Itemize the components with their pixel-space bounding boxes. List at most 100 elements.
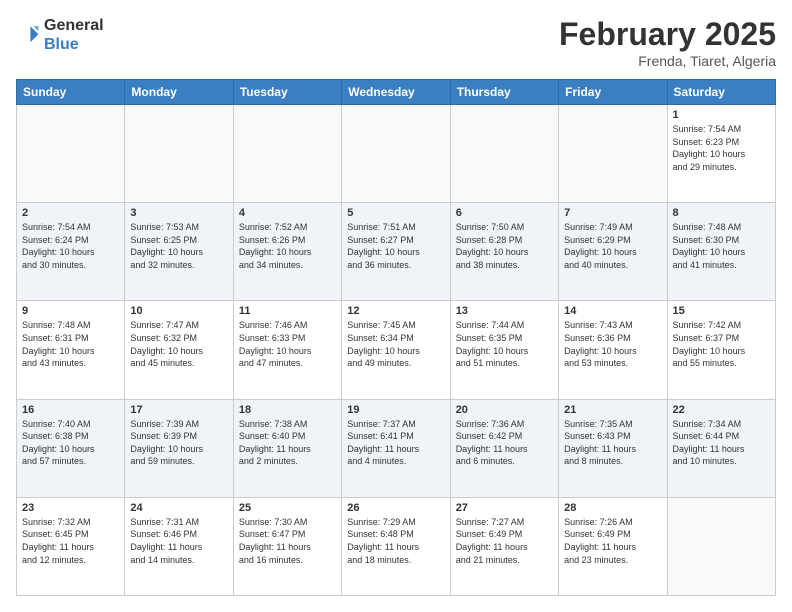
subtitle: Frenda, Tiaret, Algeria (559, 53, 776, 69)
table-cell (342, 105, 450, 203)
table-cell (559, 105, 667, 203)
day-info: Sunrise: 7:53 AM Sunset: 6:25 PM Dayligh… (130, 221, 227, 271)
day-number: 6 (456, 207, 553, 219)
col-monday: Monday (125, 80, 233, 105)
main-title: February 2025 (559, 16, 776, 53)
table-cell (667, 497, 775, 595)
calendar-table: Sunday Monday Tuesday Wednesday Thursday… (16, 79, 776, 596)
table-cell: 11 Sunrise: 7:46 AM Sunset: 6:33 PM Dayli… (233, 301, 341, 399)
table-cell (17, 105, 125, 203)
day-number: 23 (22, 502, 119, 514)
day-number: 17 (130, 404, 227, 416)
day-number: 1 (673, 109, 770, 121)
table-cell (125, 105, 233, 203)
table-cell: 2 Sunrise: 7:54 AM Sunset: 6:24 PM Daylig… (17, 203, 125, 301)
table-cell: 22 Sunrise: 7:34 AM Sunset: 6:44 PM Dayli… (667, 399, 775, 497)
day-number: 3 (130, 207, 227, 219)
day-number: 14 (564, 305, 661, 317)
logo-icon (16, 23, 40, 47)
table-cell: 25Sunrise: 7:30 AM Sunset: 6:47 PM Dayli… (233, 497, 341, 595)
day-info: Sunrise: 7:54 AM Sunset: 6:23 PM Dayligh… (673, 123, 770, 173)
day-number: 11 (239, 305, 336, 317)
col-friday: Friday (559, 80, 667, 105)
page: General Blue February 2025 Frenda, Tiare… (0, 0, 792, 612)
table-cell: 7 Sunrise: 7:49 AM Sunset: 6:29 PM Daylig… (559, 203, 667, 301)
day-number: 25 (239, 502, 336, 514)
table-cell: 18 Sunrise: 7:38 AM Sunset: 6:40 PM Dayli… (233, 399, 341, 497)
table-cell: 9 Sunrise: 7:48 AM Sunset: 6:31 PM Daylig… (17, 301, 125, 399)
col-saturday: Saturday (667, 80, 775, 105)
day-info: Sunrise: 7:34 AM Sunset: 6:44 PM Dayligh… (673, 418, 770, 468)
day-number: 2 (22, 207, 119, 219)
day-info: Sunrise: 7:36 AM Sunset: 6:42 PM Dayligh… (456, 418, 553, 468)
table-cell: 12 Sunrise: 7:45 AM Sunset: 6:34 PM Dayli… (342, 301, 450, 399)
day-number: 28 (564, 502, 661, 514)
logo-text: General Blue (44, 16, 104, 54)
day-number: 18 (239, 404, 336, 416)
table-cell: 28 Sunrise: 7:26 AM Sunset: 6:49 PM Dayli… (559, 497, 667, 595)
day-info: Sunrise: 7:47 AM Sunset: 6:32 PM Dayligh… (130, 319, 227, 369)
day-number: 22 (673, 404, 770, 416)
table-cell: 5 Sunrise: 7:51 AM Sunset: 6:27 PM Daylig… (342, 203, 450, 301)
day-number: 4 (239, 207, 336, 219)
day-number: 8 (673, 207, 770, 219)
table-cell: 8 Sunrise: 7:48 AM Sunset: 6:30 PM Daylig… (667, 203, 775, 301)
day-info: Sunrise: 7:37 AM Sunset: 6:41 PM Dayligh… (347, 418, 444, 468)
header: General Blue February 2025 Frenda, Tiare… (16, 16, 776, 69)
day-info: Sunrise: 7:45 AM Sunset: 6:34 PM Dayligh… (347, 319, 444, 369)
day-number: 10 (130, 305, 227, 317)
day-info: Sunrise: 7:48 AM Sunset: 6:31 PM Dayligh… (22, 319, 119, 369)
table-cell (233, 105, 341, 203)
table-cell: 3 Sunrise: 7:53 AM Sunset: 6:25 PM Daylig… (125, 203, 233, 301)
day-info: Sunrise: 7:54 AM Sunset: 6:24 PM Dayligh… (22, 221, 119, 271)
day-info: Sunrise: 7:49 AM Sunset: 6:29 PM Dayligh… (564, 221, 661, 271)
table-cell: 20Sunrise: 7:36 AM Sunset: 6:42 PM Dayli… (450, 399, 558, 497)
day-info: Sunrise: 7:26 AM Sunset: 6:49 PM Dayligh… (564, 516, 661, 566)
table-cell: 19 Sunrise: 7:37 AM Sunset: 6:41 PM Dayli… (342, 399, 450, 497)
day-number: 26 (347, 502, 444, 514)
day-info: Sunrise: 7:48 AM Sunset: 6:30 PM Dayligh… (673, 221, 770, 271)
day-number: 5 (347, 207, 444, 219)
day-number: 16 (22, 404, 119, 416)
day-info: Sunrise: 7:31 AM Sunset: 6:46 PM Dayligh… (130, 516, 227, 566)
table-cell (450, 105, 558, 203)
day-info: Sunrise: 7:27 AM Sunset: 6:49 PM Dayligh… (456, 516, 553, 566)
title-block: February 2025 Frenda, Tiaret, Algeria (559, 16, 776, 69)
table-cell: 24 Sunrise: 7:31 AM Sunset: 6:46 PM Dayli… (125, 497, 233, 595)
day-info: Sunrise: 7:50 AM Sunset: 6:28 PM Dayligh… (456, 221, 553, 271)
table-cell: 4 Sunrise: 7:52 AM Sunset: 6:26 PM Daylig… (233, 203, 341, 301)
table-cell: 16 Sunrise: 7:40 AM Sunset: 6:38 PM Dayli… (17, 399, 125, 497)
day-info: Sunrise: 7:32 AM Sunset: 6:45 PM Dayligh… (22, 516, 119, 566)
week-row-3: 9 Sunrise: 7:48 AM Sunset: 6:31 PM Daylig… (17, 301, 776, 399)
table-cell: 1 Sunrise: 7:54 AM Sunset: 6:23 PM Daylig… (667, 105, 775, 203)
col-thursday: Thursday (450, 80, 558, 105)
day-info: Sunrise: 7:42 AM Sunset: 6:37 PM Dayligh… (673, 319, 770, 369)
day-number: 7 (564, 207, 661, 219)
table-cell: 10 Sunrise: 7:47 AM Sunset: 6:32 PM Dayli… (125, 301, 233, 399)
day-number: 12 (347, 305, 444, 317)
day-info: Sunrise: 7:52 AM Sunset: 6:26 PM Dayligh… (239, 221, 336, 271)
col-tuesday: Tuesday (233, 80, 341, 105)
day-number: 15 (673, 305, 770, 317)
day-info: Sunrise: 7:44 AM Sunset: 6:35 PM Dayligh… (456, 319, 553, 369)
week-row-5: 23 Sunrise: 7:32 AM Sunset: 6:45 PM Dayli… (17, 497, 776, 595)
table-cell: 23 Sunrise: 7:32 AM Sunset: 6:45 PM Dayli… (17, 497, 125, 595)
day-number: 24 (130, 502, 227, 514)
day-number: 9 (22, 305, 119, 317)
day-info: Sunrise: 7:40 AM Sunset: 6:38 PM Dayligh… (22, 418, 119, 468)
table-cell: 13Sunrise: 7:44 AM Sunset: 6:35 PM Dayli… (450, 301, 558, 399)
day-info: Sunrise: 7:46 AM Sunset: 6:33 PM Dayligh… (239, 319, 336, 369)
day-number: 19 (347, 404, 444, 416)
day-info: Sunrise: 7:39 AM Sunset: 6:39 PM Dayligh… (130, 418, 227, 468)
week-row-4: 16 Sunrise: 7:40 AM Sunset: 6:38 PM Dayli… (17, 399, 776, 497)
col-wednesday: Wednesday (342, 80, 450, 105)
logo: General Blue (16, 16, 104, 54)
day-info: Sunrise: 7:35 AM Sunset: 6:43 PM Dayligh… (564, 418, 661, 468)
col-sunday: Sunday (17, 80, 125, 105)
day-info: Sunrise: 7:43 AM Sunset: 6:36 PM Dayligh… (564, 319, 661, 369)
week-row-1: 1 Sunrise: 7:54 AM Sunset: 6:23 PM Daylig… (17, 105, 776, 203)
day-info: Sunrise: 7:51 AM Sunset: 6:27 PM Dayligh… (347, 221, 444, 271)
table-cell: 21Sunrise: 7:35 AM Sunset: 6:43 PM Dayli… (559, 399, 667, 497)
table-cell: 17 Sunrise: 7:39 AM Sunset: 6:39 PM Dayli… (125, 399, 233, 497)
day-info: Sunrise: 7:38 AM Sunset: 6:40 PM Dayligh… (239, 418, 336, 468)
